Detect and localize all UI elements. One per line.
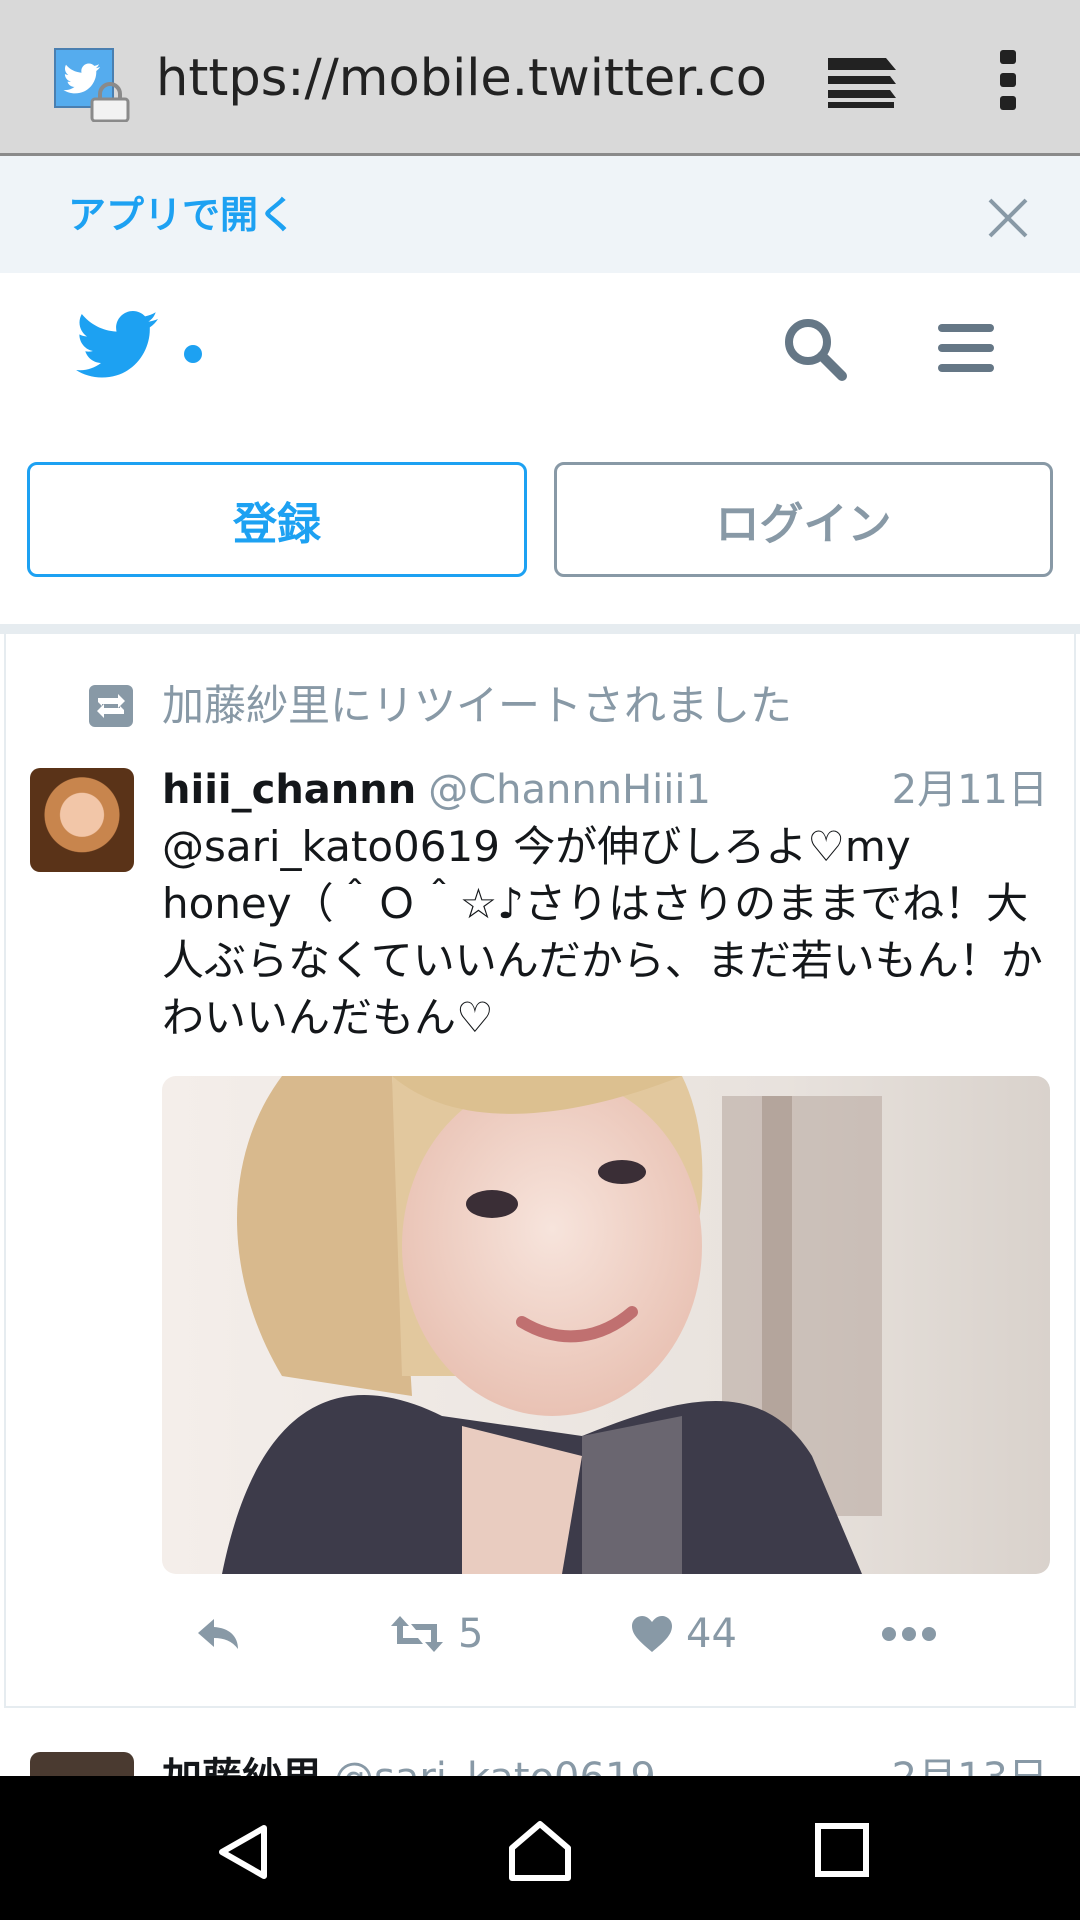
login-button[interactable]: ログイン [554,462,1053,577]
open-in-app-link[interactable]: アプリで開く [68,190,296,240]
avatar[interactable] [30,768,134,872]
retweet-context-icon [88,684,134,728]
recent-apps-icon[interactable] [814,1822,870,1878]
like-count: 44 [686,1611,737,1657]
signup-button[interactable]: 登録 [27,462,527,577]
retweet-button[interactable]: 5 [390,1606,483,1662]
retweet-context-label: 加藤紗里にリツイートされました [162,681,793,730]
user-name[interactable]: hiii_channn [162,767,416,813]
url-bar[interactable]: https://mobile.twitter.com [156,44,770,114]
home-icon[interactable] [506,1818,574,1884]
tweet-photo[interactable] [162,1076,1050,1574]
tabs-icon[interactable] [824,52,900,112]
tweet-date[interactable]: 2月11日 [892,760,1048,820]
back-icon[interactable] [214,1822,274,1882]
close-icon[interactable] [986,196,1030,240]
search-icon[interactable] [780,314,850,384]
retweet-count: 5 [458,1611,484,1657]
twitter-logo-icon[interactable] [76,310,160,382]
more-icon [882,1627,936,1641]
lock-icon [88,82,132,123]
retweet-icon [391,1616,443,1652]
notification-dot [184,345,202,363]
tweet-text: @sari_kato0619 今が伸びしろよ♡my honey（＾Ｏ＾☆♪さりは… [162,822,1043,1042]
heart-icon [632,1616,672,1652]
like-button[interactable]: 44 [630,1606,737,1662]
reply-button[interactable] [196,1606,242,1662]
menu-icon[interactable] [936,320,996,376]
divider [0,624,1080,634]
more-options-button[interactable] [882,1606,936,1662]
reply-icon [198,1619,238,1649]
overflow-menu-icon[interactable] [990,46,1026,114]
user-handle[interactable]: @ChannnHiii1 [428,767,711,813]
